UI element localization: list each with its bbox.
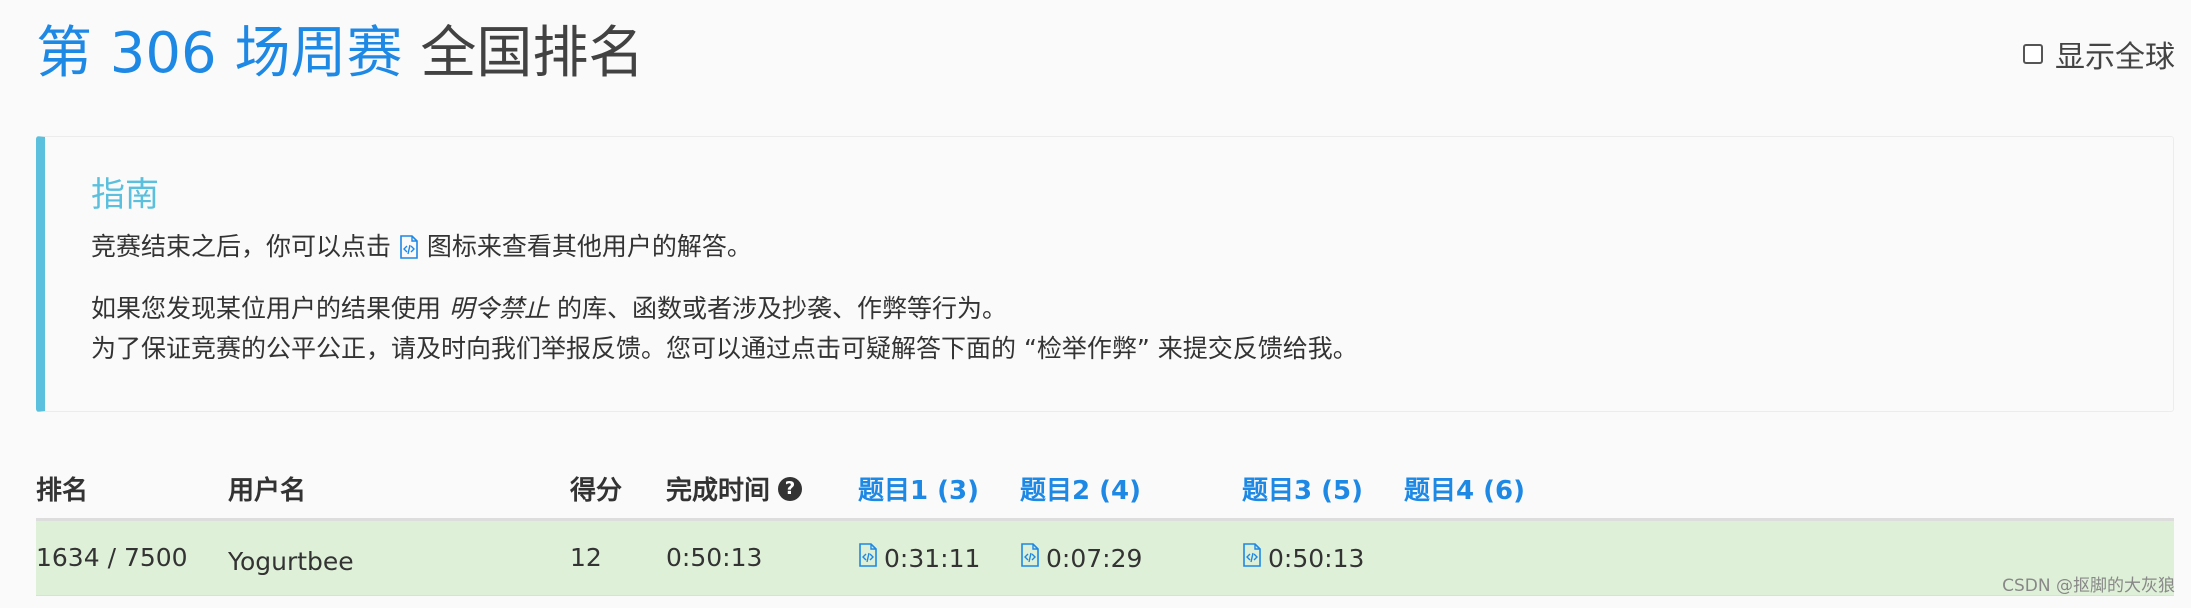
header-question-1[interactable]: 题目1 (3) (858, 470, 979, 507)
header-username: 用户名 (228, 476, 307, 506)
ranking-table: 排名 用户名 得分 完成时间 ? 题目1 (3) 题目2 (4) 题目3 (5)… (36, 452, 2174, 596)
header-question-2[interactable]: 题目2 (4) (1020, 470, 1141, 507)
page-title: 第 306 场周赛 全国排名 (36, 14, 644, 94)
contest-name-link[interactable]: 第 306 场周赛 (36, 21, 403, 86)
cell-username[interactable]: Yogurtbee (228, 547, 354, 576)
table-header: 排名 用户名 得分 完成时间 ? 题目1 (3) 题目2 (4) 题目3 (5)… (36, 452, 2174, 521)
code-file-icon (399, 231, 419, 271)
guide-title: 指南 (91, 175, 159, 215)
guide-line-3: 为了保证竞赛的公平公正，请及时向我们举报反馈。您可以通过点击可疑解答下面的 “检… (91, 334, 1358, 363)
cell-rank: 1634 / 7500 (36, 543, 188, 572)
header-question-4[interactable]: 题目4 (6) (1404, 470, 1525, 507)
cell-question-3: 0:50:13 (1242, 543, 1364, 573)
cell-finish-time: 0:50:13 (666, 543, 763, 572)
guide-line-1: 竞赛结束之后，你可以点击 图标来查看其他用户的解答。 (91, 227, 2173, 271)
cell-score: 12 (570, 543, 602, 572)
show-global-label: 显示全球 (2055, 40, 2175, 75)
guide-line-2: 如果您发现某位用户的结果使用 明令禁止 的库、函数或者涉及抄袭、作弊等行为。 (91, 294, 1007, 323)
question-icon[interactable]: ? (778, 476, 803, 501)
header-question-3[interactable]: 题目3 (5) (1242, 470, 1363, 507)
code-file-icon[interactable] (1242, 543, 1262, 573)
table-row: 1634 / 7500 Yogurtbee 12 0:50:13 0:31:11… (36, 521, 2174, 596)
header-finish-time: 完成时间 ? (666, 470, 803, 507)
show-global-toggle[interactable]: 显示全球 (2023, 32, 2175, 76)
show-global-checkbox[interactable] (2023, 44, 2043, 64)
guide-panel: 指南 竞赛结束之后，你可以点击 图标来查看其他用户的解答。 如果您发现某位用户的… (36, 136, 2174, 412)
code-file-icon[interactable] (1020, 543, 1040, 573)
header-score: 得分 (570, 476, 623, 506)
forbidden-text: 明令禁止 (448, 294, 549, 323)
cell-question-1: 0:31:11 (858, 543, 980, 573)
cell-question-2: 0:07:29 (1020, 543, 1142, 573)
watermark: CSDN @抠脚的大灰狼 (2002, 576, 2175, 596)
code-file-icon[interactable] (858, 543, 878, 573)
rank-title: 全国排名 (420, 21, 645, 86)
header-rank: 排名 (36, 476, 89, 506)
